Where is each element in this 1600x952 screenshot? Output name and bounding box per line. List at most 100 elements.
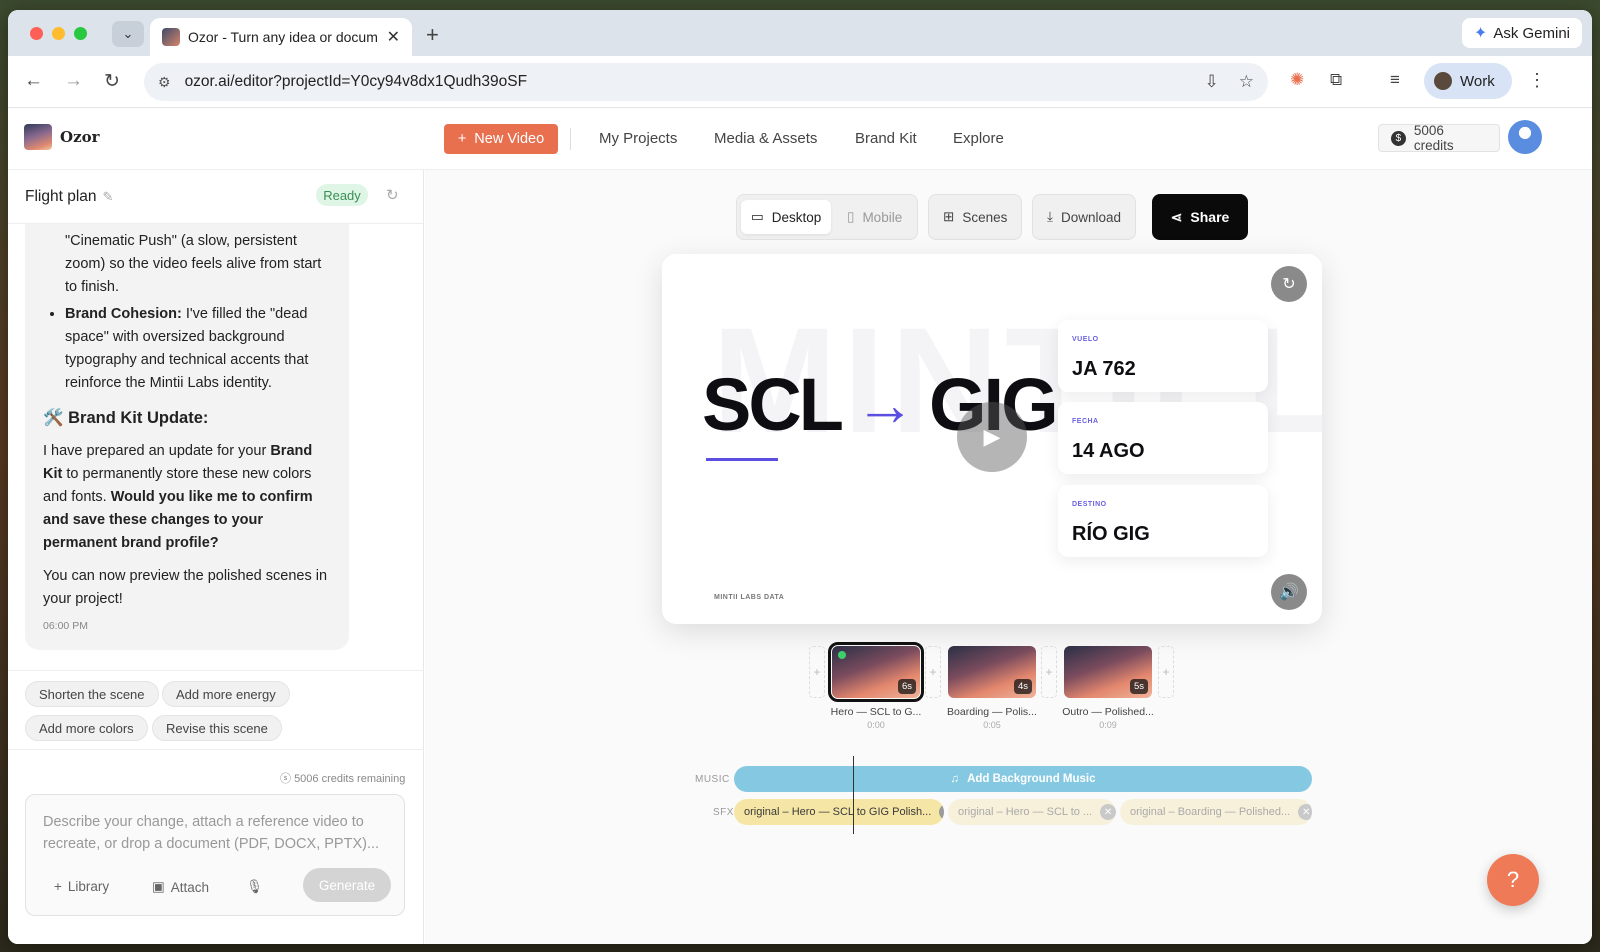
install-app-icon[interactable]: ⇩	[1205, 72, 1219, 92]
logo-text: Ozor	[60, 128, 100, 146]
attach-label: Attach	[170, 879, 210, 895]
insert-scene-button[interactable]: +	[809, 646, 825, 698]
view-toggle: ▭ Desktop ▯ Mobile	[736, 194, 918, 240]
credits-remaining: ⓢ 5006 credits remaining	[280, 773, 406, 785]
site-info-icon[interactable]: ⚙	[158, 74, 171, 91]
music-note-icon: ♫	[950, 773, 960, 785]
scene-duration: 5s	[1129, 679, 1148, 694]
scene-name: Outro — Polished...	[1062, 706, 1154, 718]
suggestion-shorten-scene[interactable]: Shorten the scene	[25, 681, 159, 707]
sfx-clip-1[interactable]: original – Hero — SCL to GIG Polish... ✕	[734, 799, 944, 825]
ozor-logo[interactable]: Ozor	[24, 124, 100, 150]
mobile-view-button[interactable]: ▯ Mobile	[837, 200, 912, 234]
sfx-clip-3[interactable]: original – Boarding — Polished... ✕	[1120, 799, 1312, 825]
forward-arrow-icon[interactable]: →	[64, 70, 83, 92]
status-badge: Ready	[316, 184, 368, 206]
reload-icon[interactable]: ↻	[104, 70, 120, 93]
sfx-clip-2[interactable]: original – Hero — SCL to ... ✕	[948, 799, 1116, 825]
insert-scene-button[interactable]: +	[1158, 646, 1174, 698]
address-bar[interactable]: ⚙ ozor.ai/editor?projectId=Y0cy94v8dx1Qu…	[144, 63, 1268, 101]
insert-scene-button[interactable]: +	[1041, 646, 1057, 698]
generate-button[interactable]: Generate	[303, 868, 391, 902]
download-label: Download	[1060, 209, 1122, 225]
remove-clip-icon[interactable]: ✕	[1100, 804, 1116, 820]
download-icon: ⤓	[1047, 209, 1053, 224]
refresh-icon[interactable]: ↻	[386, 186, 399, 204]
scenes-button[interactable]: ⊞ Scenes	[928, 194, 1023, 240]
remove-clip-icon[interactable]: ✕	[1298, 804, 1312, 820]
timeline-playhead[interactable]	[853, 756, 854, 834]
ask-gemini-button[interactable]: ✦ Ask Gemini	[1461, 18, 1582, 48]
info-card-flight: VUELO JA 762	[1058, 320, 1268, 392]
assistant-message: "Cinematic Push" (a slow, persistent zoo…	[25, 224, 349, 650]
monitor-icon: ▭	[751, 209, 764, 224]
mobile-label: Mobile	[862, 209, 903, 225]
message-paragraph-2: You can now preview the polished scenes …	[43, 568, 328, 607]
prompt-composer[interactable]: Describe your change, attach a reference…	[25, 794, 405, 916]
attach-button[interactable]: ▣ Attach	[152, 879, 209, 895]
share-icon: ⋖	[1170, 208, 1183, 225]
credits-badge[interactable]: $ 5006 credits	[1378, 123, 1500, 153]
new-tab-icon[interactable]: +	[426, 22, 439, 48]
nav-brand-kit[interactable]: Brand Kit	[855, 130, 917, 147]
back-arrow-icon[interactable]: ←	[24, 70, 43, 92]
profile-button[interactable]: Work	[1424, 63, 1512, 99]
media-controls-icon[interactable]: ≡	[1390, 70, 1400, 90]
suggestion-revise-scene[interactable]: Revise this scene	[152, 715, 282, 741]
bullet-brand-cohesion: Brand Cohesion: I've filled the "dead sp…	[65, 303, 331, 395]
maximize-window-button[interactable]	[74, 27, 87, 40]
profile-label: Work	[1460, 72, 1495, 90]
suggestion-add-energy[interactable]: Add more energy	[162, 681, 290, 707]
scene-time: 0:00	[867, 720, 885, 730]
nav-my-projects[interactable]: My Projects	[599, 130, 677, 147]
card-label: VUELO	[1072, 336, 1099, 343]
library-button[interactable]: + Library	[54, 879, 109, 894]
scene-duration: 4s	[1013, 679, 1032, 694]
route-arrow-icon: →	[855, 371, 915, 438]
nav-media-assets[interactable]: Media & Assets	[714, 130, 817, 147]
bookmark-star-icon[interactable]: ☆	[1239, 72, 1254, 92]
edit-pencil-icon[interactable]: ✎	[103, 189, 114, 204]
prompt-input[interactable]: Describe your change, attach a reference…	[43, 811, 389, 855]
browser-tab[interactable]: Ozor - Turn any idea or docum ✕	[150, 18, 412, 56]
sfx-track-label: SFX	[713, 807, 734, 818]
plus-icon: +	[54, 879, 62, 894]
share-button[interactable]: ⋖ Share	[1152, 194, 1248, 240]
scenes-label: Scenes	[962, 209, 1008, 225]
project-title-text: Flight plan	[25, 188, 97, 205]
microphone-icon[interactable]: 🎙	[246, 879, 263, 895]
close-tab-icon[interactable]: ✕	[387, 27, 400, 47]
new-video-label: New Video	[474, 131, 545, 147]
minimize-window-button[interactable]	[52, 27, 65, 40]
browser-menu-icon[interactable]: ⋮	[1528, 70, 1546, 91]
desktop-view-button[interactable]: ▭ Desktop	[741, 200, 832, 234]
chat-header: Flight plan ✎ Ready ↻	[8, 170, 423, 224]
new-video-button[interactable]: + New Video	[444, 124, 558, 154]
play-icon[interactable]: ▶	[957, 402, 1027, 472]
nav-explore[interactable]: Explore	[953, 130, 1004, 147]
claude-extension-icon[interactable]: ✺	[1290, 70, 1304, 90]
chat-panel: Flight plan ✎ Ready ↻ "Cinematic Push" (a…	[8, 170, 424, 944]
scene-thumbnail-1[interactable]: 6s Hero — SCL to G... 0:00	[828, 642, 924, 730]
remove-clip-icon[interactable]: ✕	[939, 804, 944, 820]
download-button[interactable]: ⤓ Download	[1032, 194, 1137, 240]
add-background-music-button[interactable]: ♫ Add Background Music	[734, 766, 1312, 792]
scene-thumb: 6s	[828, 642, 924, 702]
help-question-icon[interactable]: ?	[1487, 854, 1539, 906]
gemini-sparkle-icon: ✦	[1473, 25, 1488, 42]
scene-thumbnail-3[interactable]: 5s Outro — Polished... 0:09	[1060, 646, 1156, 730]
project-title[interactable]: Flight plan ✎	[25, 188, 113, 206]
close-window-button[interactable]	[30, 27, 43, 40]
profile-avatar	[1434, 72, 1452, 90]
tab-search-chevron-icon[interactable]: ⌄	[112, 21, 144, 47]
suggestion-add-colors[interactable]: Add more colors	[25, 715, 148, 741]
scene-thumbnail-2[interactable]: 4s Boarding — Polis... 0:05	[944, 646, 1040, 730]
video-preview[interactable]: MINTII LA SCL → GIG ▶ VUELO JA 762 FECHA…	[662, 254, 1322, 624]
library-label: Library	[67, 879, 110, 894]
extensions-puzzle-icon[interactable]: ⧉	[1330, 70, 1342, 90]
user-avatar[interactable]	[1508, 120, 1542, 154]
insert-scene-button[interactable]: +	[925, 646, 941, 698]
replay-icon[interactable]: ↻	[1271, 266, 1307, 302]
accent-underline	[706, 458, 778, 461]
volume-icon[interactable]: 🔊	[1271, 574, 1307, 610]
